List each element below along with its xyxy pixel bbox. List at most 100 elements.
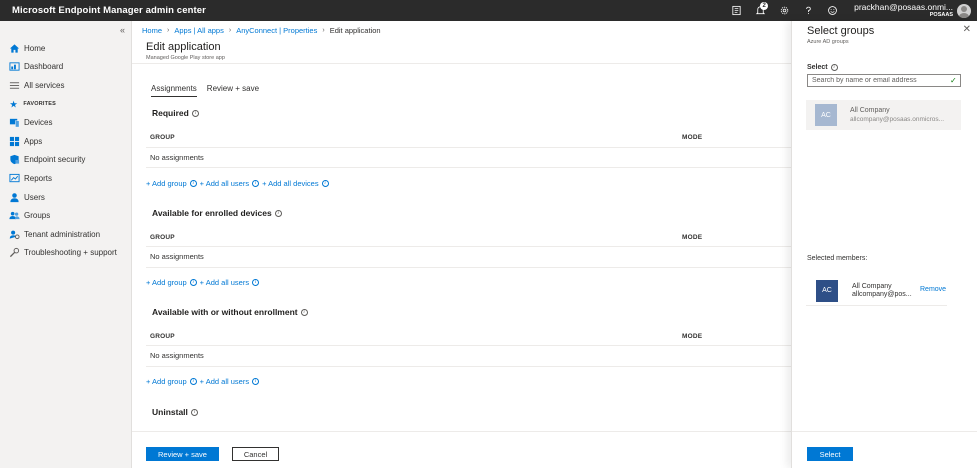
sidebar-item-troubleshooting[interactable]: Troubleshooting + support bbox=[0, 244, 132, 263]
member-name: All Company bbox=[852, 283, 892, 290]
search-result-item[interactable]: AC All Company allcompany@posaas.onmicro… bbox=[806, 100, 961, 130]
info-icon[interactable]: i bbox=[252, 378, 260, 385]
section-enrolled-title: Available for enrolled devices i bbox=[152, 208, 282, 218]
section-title-text: Available for enrolled devices bbox=[152, 208, 272, 218]
devices-icon bbox=[9, 117, 20, 128]
user-avatar[interactable] bbox=[957, 3, 971, 18]
info-icon[interactable]: i bbox=[190, 408, 198, 416]
select-label: Select i bbox=[807, 64, 838, 71]
section-without-enrollment-title: Available with or without enrollment i bbox=[152, 307, 308, 317]
add-all-users-link[interactable]: + Add all users bbox=[200, 278, 249, 287]
search-input[interactable] bbox=[807, 74, 961, 87]
section-title-text: Uninstall bbox=[152, 407, 188, 417]
notifications-icon[interactable]: 2 bbox=[748, 0, 772, 21]
tab-review-save[interactable]: Review + save bbox=[207, 84, 259, 97]
select-button[interactable]: Select bbox=[807, 447, 853, 461]
result-text: All Company allcompany@posaas.onmicros..… bbox=[850, 107, 944, 123]
sidebar: « Home Dashboard All services ★ FAVORITE… bbox=[0, 21, 132, 468]
all-services-icon bbox=[9, 80, 20, 91]
chevron-right-icon: › bbox=[322, 27, 325, 34]
divider bbox=[146, 246, 791, 247]
checkmark-icon: ✓ bbox=[950, 76, 957, 85]
section-required-title: Required i bbox=[152, 108, 199, 118]
select-groups-panel: Select groups Azure AD groups ✕ Select i… bbox=[791, 21, 977, 468]
add-group-link[interactable]: + Add group bbox=[146, 377, 187, 386]
footer-bar: Review + save Cancel bbox=[132, 431, 791, 468]
sidebar-item-users[interactable]: Users bbox=[0, 188, 132, 207]
divider bbox=[146, 147, 791, 148]
settings-icon[interactable] bbox=[772, 0, 796, 21]
sidebar-item-tenant-administration[interactable]: Tenant administration bbox=[0, 225, 132, 244]
info-icon[interactable]: i bbox=[191, 109, 199, 117]
endpoint-security-icon bbox=[9, 154, 20, 165]
breadcrumb: Home › Apps | All apps › AnyConnect | Pr… bbox=[142, 26, 381, 35]
info-icon[interactable]: i bbox=[189, 279, 197, 286]
column-mode: MODE bbox=[682, 234, 703, 241]
sidebar-item-apps[interactable]: Apps bbox=[0, 132, 132, 151]
close-icon[interactable]: ✕ bbox=[963, 24, 971, 35]
info-icon[interactable]: i bbox=[300, 308, 308, 316]
member-text: All Company allcompany@pos... bbox=[852, 283, 912, 298]
help-icon[interactable] bbox=[796, 0, 820, 21]
column-mode: MODE bbox=[682, 333, 703, 340]
cancel-button[interactable]: Cancel bbox=[232, 447, 279, 461]
troubleshooting-icon bbox=[9, 247, 20, 258]
sidebar-item-home[interactable]: Home bbox=[0, 39, 132, 58]
required-add-links: + Add group i + Add all users i + Add al… bbox=[146, 179, 332, 188]
table-header: GROUP MODE bbox=[150, 234, 791, 241]
column-group: GROUP bbox=[150, 234, 175, 241]
device-share-icon[interactable] bbox=[724, 0, 748, 21]
column-mode: MODE bbox=[682, 134, 703, 141]
member-email: allcompany@pos... bbox=[852, 291, 912, 298]
info-icon[interactable]: i bbox=[189, 180, 197, 187]
breadcrumb-anyconnect[interactable]: AnyConnect | Properties bbox=[236, 26, 317, 35]
group-avatar: AC bbox=[815, 104, 837, 126]
app-title[interactable]: Microsoft Endpoint Manager admin center bbox=[0, 5, 724, 16]
tenant-admin-icon bbox=[9, 229, 20, 240]
star-icon: ★ bbox=[10, 99, 18, 109]
info-icon[interactable]: i bbox=[321, 180, 329, 187]
sidebar-item-label: Tenant administration bbox=[24, 229, 101, 239]
info-icon[interactable]: i bbox=[252, 279, 260, 286]
tab-assignments[interactable]: Assignments bbox=[151, 84, 197, 97]
sidebar-item-reports[interactable]: Reports bbox=[0, 169, 132, 188]
table-header: GROUP MODE bbox=[150, 333, 791, 340]
sidebar-item-dashboard[interactable]: Dashboard bbox=[0, 58, 132, 77]
sidebar-item-groups[interactable]: Groups bbox=[0, 206, 132, 225]
info-icon[interactable]: i bbox=[274, 209, 282, 217]
section-uninstall-title: Uninstall i bbox=[152, 407, 198, 417]
without-enrollment-add-links: + Add group i + Add all users i bbox=[146, 377, 262, 386]
collapse-sidebar-button[interactable]: « bbox=[120, 25, 125, 35]
apps-icon bbox=[9, 136, 20, 147]
breadcrumb-apps[interactable]: Apps | All apps bbox=[174, 26, 223, 35]
sidebar-item-endpoint-security[interactable]: Endpoint security bbox=[0, 151, 132, 170]
sidebar-item-label: Endpoint security bbox=[24, 155, 86, 165]
add-all-devices-link[interactable]: + Add all devices bbox=[262, 179, 319, 188]
selected-members-label: Selected members: bbox=[807, 255, 868, 262]
add-all-users-link[interactable]: + Add all users bbox=[200, 179, 249, 188]
feedback-icon[interactable] bbox=[820, 0, 844, 21]
dashboard-icon bbox=[9, 61, 20, 72]
remove-link[interactable]: Remove bbox=[920, 286, 946, 293]
panel-footer: Select bbox=[792, 431, 977, 468]
page-title: Edit application bbox=[146, 41, 221, 53]
sidebar-item-all-services[interactable]: All services bbox=[0, 76, 132, 95]
chevron-right-icon: › bbox=[228, 27, 232, 34]
empty-row: No assignments bbox=[150, 153, 204, 162]
sidebar-item-label: Groups bbox=[24, 211, 51, 221]
sidebar-item-label: Home bbox=[24, 43, 46, 53]
sidebar-item-devices[interactable]: Devices bbox=[0, 113, 132, 132]
add-group-link[interactable]: + Add group bbox=[146, 179, 187, 188]
info-icon[interactable]: i bbox=[252, 180, 260, 187]
add-all-users-link[interactable]: + Add all users bbox=[200, 377, 249, 386]
review-save-button[interactable]: Review + save bbox=[146, 447, 219, 461]
breadcrumb-home[interactable]: Home bbox=[142, 26, 162, 35]
tabs: Assignments Review + save bbox=[151, 84, 269, 97]
divider bbox=[146, 167, 791, 168]
group-avatar: AC bbox=[816, 279, 838, 302]
selected-member-item: AC All Company allcompany@pos... Remove bbox=[806, 277, 950, 304]
info-icon[interactable]: i bbox=[830, 64, 838, 71]
info-icon[interactable]: i bbox=[189, 378, 197, 385]
account-menu[interactable]: prackhan@posaas.onmi... POSAAS bbox=[844, 2, 957, 19]
add-group-link[interactable]: + Add group bbox=[146, 278, 187, 287]
